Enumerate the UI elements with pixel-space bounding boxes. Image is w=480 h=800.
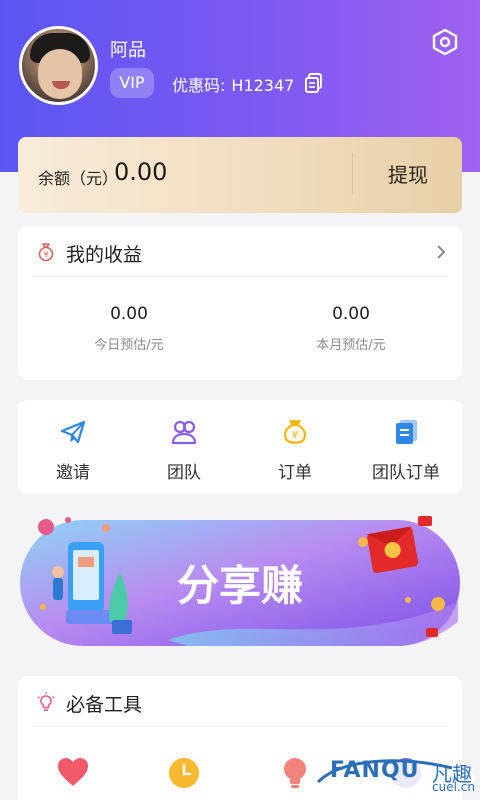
earnings-title: 我的收益 [66, 244, 143, 266]
promo-value: H12347 [231, 76, 295, 95]
tools-title: 必备工具 [66, 694, 143, 716]
today-estimate: 0.00 今日预估/元 [49, 304, 209, 353]
heart-icon[interactable] [56, 756, 90, 790]
watermark-url: cuel.cn [432, 780, 475, 794]
balance-label: 余额（元） [38, 169, 119, 188]
nav-item-orders[interactable]: ¥ 订单 [240, 418, 350, 483]
balance-card: 余额（元） 0.00 提现 [18, 137, 462, 213]
copy-icon[interactable] [305, 73, 323, 93]
vip-badge: VIP [110, 68, 154, 98]
month-estimate-caption: 本月预估/元 [316, 338, 386, 353]
share-earn-banner[interactable]: 分享赚 [18, 512, 462, 652]
lightbulb-icon[interactable] [278, 756, 312, 790]
money-bag-outline-icon: ¥ [38, 243, 54, 262]
settings-hexagon-icon[interactable] [431, 28, 459, 56]
nav-label-invite: 邀请 [56, 463, 90, 483]
svg-text:¥: ¥ [43, 250, 48, 259]
nav-label-team: 团队 [167, 463, 201, 483]
month-estimate: 0.00 本月预估/元 [271, 304, 431, 353]
watermark-brand: FANQU [330, 758, 420, 783]
team-icon [171, 420, 197, 445]
promo-code: 优惠码: H12347 [172, 72, 294, 96]
banner-text: 分享赚 [177, 561, 303, 610]
username: 阿品 [110, 40, 146, 61]
nav-item-team[interactable]: 团队 [129, 418, 239, 483]
today-estimate-caption: 今日预估/元 [94, 338, 164, 353]
balance-value: 0.00 [114, 158, 168, 186]
month-estimate-value: 0.00 [332, 304, 370, 324]
clock-icon[interactable] [167, 756, 201, 790]
tools-divider [32, 726, 448, 727]
svg-text:¥: ¥ [292, 430, 298, 441]
balance-divider [352, 153, 353, 195]
promo-label: 优惠码: [172, 76, 226, 95]
today-estimate-value: 0.00 [110, 304, 148, 324]
earnings-card[interactable]: ¥ 我的收益 0.00 今日预估/元 0.00 本月预估/元 [18, 226, 462, 380]
withdraw-button[interactable]: 提现 [364, 155, 452, 195]
nav-item-team-orders[interactable]: 团队订单 [351, 418, 461, 483]
avatar-face [38, 49, 82, 99]
money-bag-icon: ¥ [284, 420, 306, 444]
earnings-divider [32, 276, 448, 277]
quick-nav-card: 邀请 团队 ¥ 订单 团队订单 [18, 400, 462, 494]
lightbulb-outline-icon [37, 692, 55, 711]
nav-item-invite[interactable]: 邀请 [18, 418, 128, 483]
avatar[interactable] [19, 26, 98, 105]
nav-label-team-orders: 团队订单 [372, 463, 440, 483]
paper-plane-icon [60, 420, 86, 444]
chevron-right-icon[interactable] [434, 242, 448, 262]
nav-label-orders: 订单 [278, 463, 312, 483]
document-icon [396, 420, 417, 444]
